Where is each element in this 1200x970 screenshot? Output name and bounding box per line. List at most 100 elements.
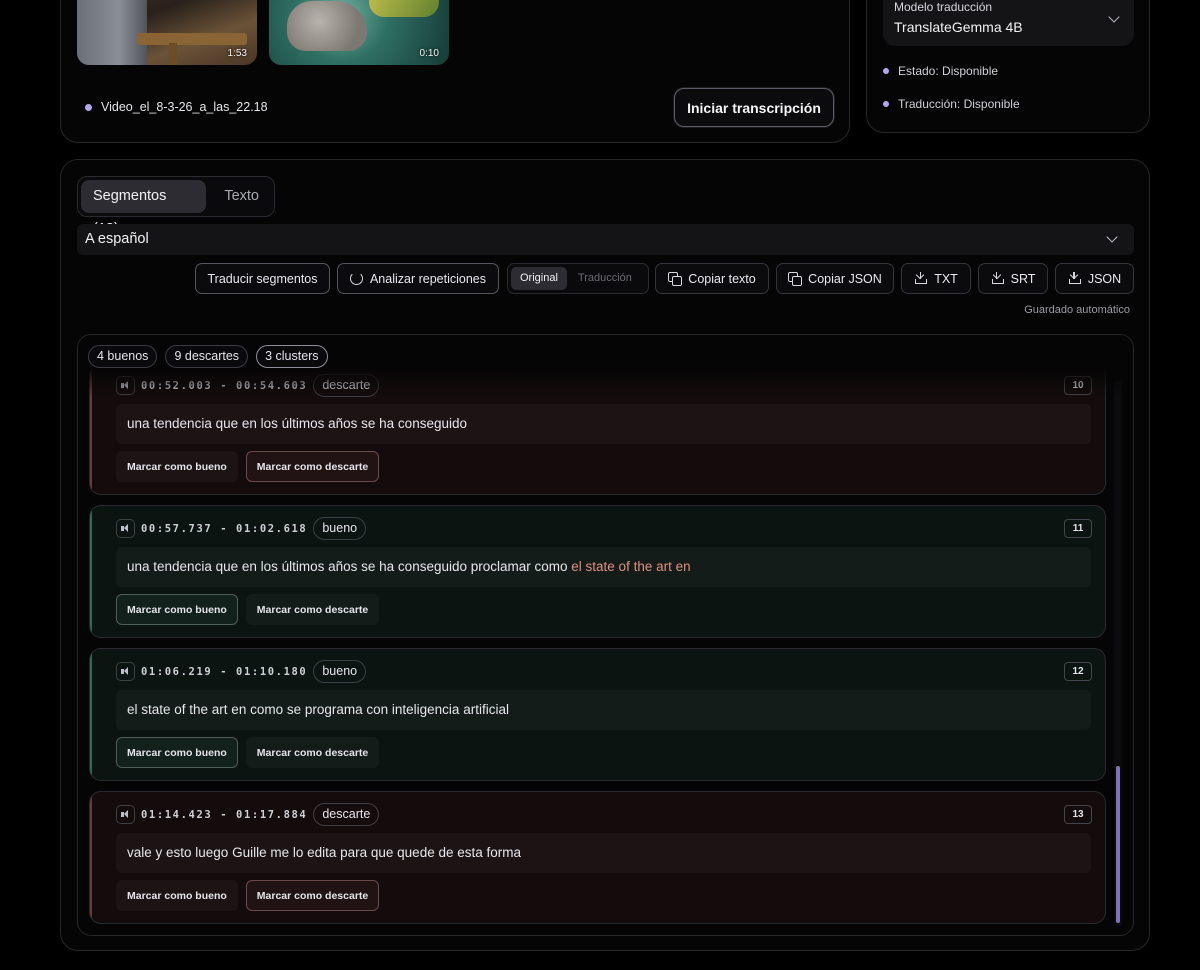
filter-good-chip[interactable]: 4 buenos	[88, 345, 158, 368]
segment-time: 01:14.423 - 01:17.884	[141, 808, 308, 821]
tab-segments[interactable]: Segmentos (13)	[81, 180, 207, 237]
segment-text: una tendencia que en los últimos años se…	[116, 547, 1091, 587]
segment-header: 01:14.423 - 01:17.884 descarte	[116, 803, 380, 826]
analyze-repetitions-button[interactable]: Analizar repeticiones	[337, 263, 499, 294]
copy-text-button[interactable]: Copiar texto	[655, 263, 769, 294]
file-name: Video_el_8-3-26_a_las_22.18	[101, 100, 268, 114]
thumbnail-image	[77, 0, 147, 65]
segment-status-badge: descarte	[313, 803, 380, 826]
copy-icon	[668, 272, 683, 286]
download-json-button[interactable]: JSON	[1055, 263, 1134, 294]
segment-actions: Marcar como bueno Marcar como descarte	[116, 451, 380, 482]
segment-card: 00:57.737 - 01:02.618 bueno 11 una tende…	[89, 505, 1106, 638]
download-srt-label: SRT	[1010, 271, 1036, 286]
analyze-repetitions-label: Analizar repeticiones	[369, 271, 487, 286]
download-srt-button[interactable]: SRT	[978, 263, 1048, 294]
segment-list: 4 buenos 9 descartes 3 clusters 00:52.00…	[77, 334, 1134, 936]
segment-status-badge: descarte	[313, 374, 380, 397]
view-original-option[interactable]: Original	[511, 267, 567, 290]
media-card: 1:53 0:10 Video_el_8-3-26_a_las_22.18 In…	[60, 0, 850, 143]
video-duration: 1:53	[227, 48, 247, 59]
start-transcription-button[interactable]: Iniciar transcripción	[674, 88, 834, 127]
segment-actions: Marcar como bueno Marcar como descarte	[116, 737, 379, 768]
video-duration: 0:10	[419, 48, 439, 59]
segment-card: 01:06.219 - 01:10.180 bueno 12 el state …	[89, 648, 1106, 781]
mark-discard-button[interactable]: Marcar como descarte	[246, 737, 379, 768]
status-row: Estado: Disponible	[883, 64, 998, 78]
model-card: Modelo traducción TranslateGemma 4B Esta…	[866, 0, 1150, 133]
segment-text-content: una tendencia que en los últimos años se…	[127, 559, 572, 574]
segment-header: 01:06.219 - 01:10.180 bueno	[116, 660, 367, 683]
segment-time: 00:57.737 - 01:02.618	[141, 522, 308, 535]
download-icon	[1068, 272, 1081, 285]
segment-text-content: el state of the art en como se programa …	[127, 702, 509, 717]
mark-good-button[interactable]: Marcar como bueno	[116, 451, 238, 482]
tab-text[interactable]: Texto	[212, 180, 271, 213]
segment-text-content: vale y esto luego Guille me lo edita par…	[127, 845, 521, 860]
translate-segments-label: Traducir segmentos	[207, 271, 318, 286]
download-txt-label: TXT	[934, 271, 958, 286]
mark-good-button[interactable]: Marcar como bueno	[116, 594, 238, 625]
thumbnail-image	[287, 1, 367, 51]
translation-model-select[interactable]: Modelo traducción TranslateGemma 4B	[883, 0, 1134, 46]
view-translation-option[interactable]: Traducción	[569, 267, 641, 290]
segment-text-content: una tendencia que en los últimos años se…	[127, 416, 467, 431]
autosave-status: Guardado automático	[1024, 304, 1130, 316]
segment-text: una tendencia que en los últimos años se…	[116, 404, 1091, 444]
translate-segments-button[interactable]: Traducir segmentos	[195, 263, 330, 294]
mark-discard-button[interactable]: Marcar como descarte	[245, 880, 380, 911]
video-thumbnail[interactable]: 1:53	[77, 0, 257, 65]
speaker-play-icon[interactable]	[116, 662, 135, 681]
filter-discards-chip[interactable]: 9 descartes	[165, 345, 249, 368]
chevron-down-icon	[1106, 231, 1118, 243]
mark-good-button[interactable]: Marcar como bueno	[116, 880, 238, 911]
scrollbar-thumb[interactable]	[1116, 766, 1120, 923]
segment-status-badge: bueno	[313, 660, 367, 683]
mark-discard-button[interactable]: Marcar como descarte	[245, 451, 380, 482]
download-icon	[991, 272, 1004, 285]
video-thumbnail[interactable]: 0:10	[269, 0, 449, 65]
speaker-play-icon[interactable]	[116, 519, 135, 538]
copy-text-label: Copiar texto	[688, 271, 756, 286]
copy-icon	[788, 272, 803, 286]
model-value: TranslateGemma 4B	[894, 19, 1023, 35]
translation-status-text: Traducción: Disponible	[898, 97, 1020, 111]
target-language-select[interactable]: A español	[77, 224, 1134, 255]
refresh-icon	[349, 272, 363, 285]
status-dot-icon	[883, 101, 889, 107]
speaker-play-icon[interactable]	[116, 376, 135, 395]
segment-card: 00:52.003 - 00:54.603 descarte 10 una te…	[89, 362, 1106, 495]
download-txt-button[interactable]: TXT	[901, 263, 971, 294]
segment-number: 13	[1064, 805, 1092, 824]
segment-time: 00:52.003 - 00:54.603	[141, 379, 308, 392]
target-language-value: A español	[85, 231, 149, 247]
copy-json-label: Copiar JSON	[808, 271, 882, 286]
segment-number: 12	[1064, 662, 1092, 681]
file-dot-icon	[85, 104, 92, 111]
segment-status-badge: bueno	[313, 517, 367, 540]
segment-text: el state of the art en como se programa …	[116, 690, 1091, 730]
status-text: Estado: Disponible	[898, 64, 999, 78]
segment-filters: 4 buenos 9 descartes 3 clusters	[88, 345, 328, 368]
segment-header: 00:57.737 - 01:02.618 bueno	[116, 517, 367, 540]
download-json-label: JSON	[1087, 271, 1122, 286]
status-dot-icon	[883, 68, 889, 74]
copy-json-button[interactable]: Copiar JSON	[776, 263, 894, 294]
segment-number: 10	[1064, 376, 1092, 395]
view-tabs: Segmentos (13) Texto	[77, 176, 275, 237]
filter-clusters-chip[interactable]: 3 clusters	[256, 345, 328, 368]
mark-discard-button[interactable]: Marcar como descarte	[246, 594, 379, 625]
repetition-highlight: el state of the art en	[571, 559, 691, 574]
mark-good-button[interactable]: Marcar como bueno	[116, 737, 238, 768]
segment-card: 01:14.423 - 01:17.884 descarte 13 vale y…	[89, 791, 1106, 924]
segment-actions: Marcar como bueno Marcar como descarte	[116, 880, 380, 911]
chevron-down-icon	[1108, 11, 1120, 23]
segment-actions: Marcar como bueno Marcar como descarte	[116, 594, 379, 625]
segment-header: 00:52.003 - 00:54.603 descarte	[116, 374, 380, 397]
download-icon	[914, 272, 928, 285]
speaker-play-icon[interactable]	[116, 805, 135, 824]
view-mode-toggle: Original Traducción	[507, 263, 649, 294]
segment-time: 01:06.219 - 01:10.180	[141, 665, 308, 678]
segment-number: 11	[1064, 519, 1092, 538]
translation-status-row: Traducción: Disponible	[883, 97, 1020, 111]
